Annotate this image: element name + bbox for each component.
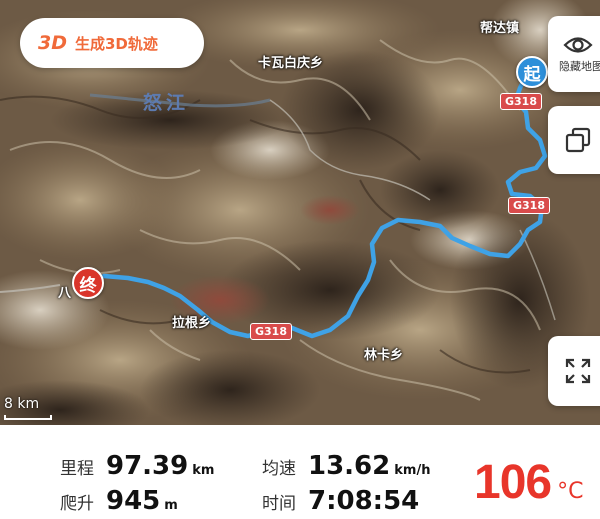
- place-label-lagen: 拉根乡: [172, 316, 212, 331]
- place-label-kawa: 卡瓦白庆乡: [258, 56, 324, 71]
- temperature-readout: 106 °C: [474, 455, 583, 510]
- road-badge: G318: [250, 323, 292, 340]
- stat-time: 时间 7:08:54: [262, 486, 419, 516]
- end-marker[interactable]: 终: [72, 267, 104, 299]
- stat-time-label: 时间: [262, 494, 296, 514]
- road-badge: G318: [500, 93, 542, 110]
- stat-climb-label: 爬升: [60, 494, 94, 514]
- stat-distance: 里程 97.39 km: [60, 451, 214, 481]
- hide-map-button[interactable]: 隐藏地图: [548, 16, 600, 92]
- stat-speed-unit: km/h: [394, 463, 431, 478]
- place-label-bangda: 帮达镇: [480, 21, 520, 36]
- stat-distance-label: 里程: [60, 459, 94, 479]
- stat-climb-unit: m: [164, 498, 178, 513]
- river-label: 怒江: [143, 92, 190, 114]
- generate-3d-track-label: 生成3D轨迹: [75, 34, 158, 53]
- place-label-linka: 林卡乡: [364, 348, 404, 363]
- fullscreen-icon: [564, 357, 592, 385]
- eye-icon: [563, 34, 593, 56]
- place-label-ba: 八: [58, 286, 72, 301]
- generate-3d-track-button[interactable]: 3D 生成3D轨迹: [20, 18, 204, 68]
- stat-speed-value: 13.62: [308, 451, 391, 481]
- fullscreen-button[interactable]: [548, 336, 600, 406]
- map-scale-bar: [4, 415, 52, 420]
- 3d-tag: 3D: [38, 32, 67, 54]
- road-badge: G318: [508, 197, 550, 214]
- hide-map-label: 隐藏地图: [559, 60, 600, 73]
- stat-time-value: 7:08:54: [308, 486, 420, 516]
- stat-climb-value: 945: [106, 486, 161, 516]
- stat-distance-unit: km: [192, 463, 215, 478]
- stat-speed: 均速 13.62 km/h: [262, 451, 430, 481]
- stats-panel: 里程 97.39 km 均速 13.62 km/h 爬升 945 m 时间 7:…: [0, 425, 600, 519]
- stat-climb: 爬升 945 m: [60, 486, 178, 516]
- map-scale-label: 8 km: [4, 396, 40, 412]
- map-view[interactable]: 怒江 帮达镇 卡瓦白庆乡 拉根乡 林卡乡 八 G318 G318 G318 起 …: [0, 0, 600, 425]
- stat-speed-label: 均速: [262, 459, 296, 479]
- start-marker[interactable]: 起: [516, 56, 548, 88]
- layers-icon: [564, 126, 592, 154]
- stat-distance-value: 97.39: [106, 451, 189, 481]
- map-layers-button[interactable]: [548, 106, 600, 174]
- temperature-unit: °C: [557, 479, 584, 504]
- temperature-value: 106: [474, 456, 552, 509]
